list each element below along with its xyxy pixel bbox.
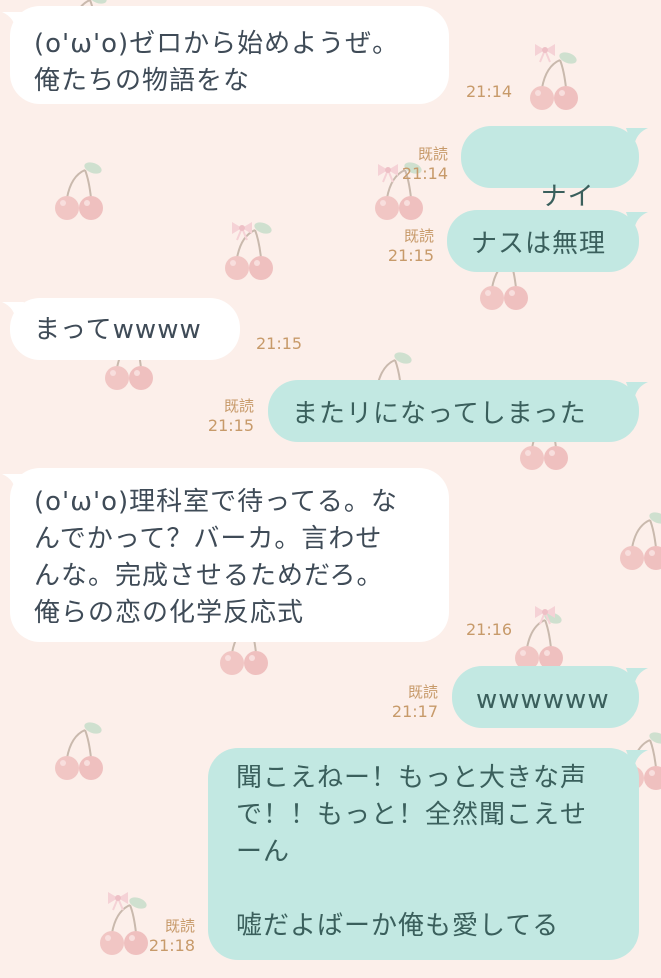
message-time: 21:18 bbox=[148, 936, 195, 955]
message-meta: 21:14 bbox=[466, 82, 512, 102]
bubble-tail bbox=[626, 382, 648, 404]
message-time: 21:15 bbox=[387, 246, 434, 265]
message-meta: 既読 21:14 bbox=[398, 144, 448, 184]
read-receipt: 既読 bbox=[417, 145, 448, 163]
message-bubble[interactable]: またリになってしまった bbox=[268, 380, 639, 442]
bubble-tail bbox=[626, 750, 648, 772]
read-receipt: 既読 bbox=[407, 683, 438, 701]
bubble-tail bbox=[626, 212, 648, 234]
message-bubble[interactable]: wwwwww bbox=[452, 666, 639, 728]
message-bubble[interactable]: ナスは無理 bbox=[447, 210, 639, 272]
message-meta: 既読 21:15 bbox=[204, 396, 254, 436]
message-time: 21:15 bbox=[207, 416, 254, 435]
bubble-tail bbox=[626, 668, 648, 690]
message-bubble[interactable]: (o'ω'o)ゼロから始めようぜ。 俺たちの物語をな bbox=[10, 6, 449, 104]
message-time: 21:14 bbox=[466, 82, 513, 101]
message-time: 21:15 bbox=[256, 334, 303, 353]
message-bubble[interactable]: ナイス bbox=[461, 126, 639, 249]
read-receipt: 既読 bbox=[223, 397, 254, 415]
message-meta: 既読 21:17 bbox=[388, 682, 438, 722]
message-meta: 既読 21:15 bbox=[384, 226, 434, 266]
read-receipt: 既読 bbox=[164, 917, 195, 935]
chat-area[interactable]: (o'ω'o)ゼロから始めようぜ。 俺たちの物語をな 21:14 既読 21:1… bbox=[0, 0, 661, 978]
read-receipt: 既読 bbox=[403, 227, 434, 245]
message-time: 21:17 bbox=[391, 702, 438, 721]
message-bubble[interactable]: 聞こえねー！もっと大きな声 で！！もっと！全然聞こえせ ーん 嘘だよばーか俺も愛… bbox=[208, 748, 639, 960]
message-bubble[interactable]: まってwwww bbox=[10, 298, 240, 360]
message-meta: 既読 21:18 bbox=[145, 916, 195, 956]
message-meta: 21:16 bbox=[466, 620, 512, 640]
message-time: 21:14 bbox=[401, 164, 448, 183]
message-time: 21:16 bbox=[466, 620, 513, 639]
message-bubble[interactable]: (o'ω'o)理科室で待ってる。な んでかって？バーカ。言わせ んな。完成させる… bbox=[10, 468, 449, 642]
cherry-icon bbox=[529, 49, 580, 111]
bubble-tail bbox=[626, 128, 648, 150]
message-meta: 21:15 bbox=[256, 334, 302, 354]
